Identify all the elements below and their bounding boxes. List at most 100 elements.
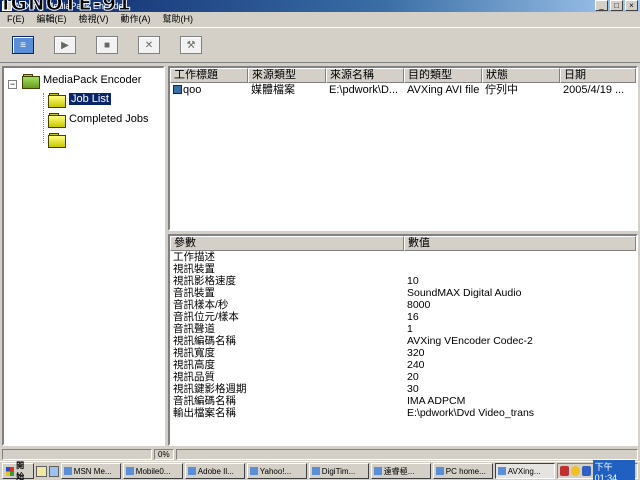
parameter-value: 20: [407, 371, 419, 383]
smiley-icon[interactable]: [570, 466, 580, 476]
browser-quicklaunch-icon[interactable]: [48, 465, 59, 477]
date-cell: 2005/4/19 ...: [563, 84, 625, 96]
taskbar-button[interactable]: DigiTim...: [308, 463, 369, 479]
table-row[interactable]: 音訊位元/樣本 16: [170, 311, 636, 323]
app-icon: [497, 467, 506, 475]
table-row[interactable]: 視訊編碼名稱 AVXing VEncoder Codec-2: [170, 335, 636, 347]
column-header-source-type[interactable]: 來源類型: [248, 68, 326, 83]
status-extra: [176, 449, 638, 460]
start-label: 開始: [16, 461, 25, 480]
parameter-value: 16: [407, 311, 419, 323]
menu-file[interactable]: F(E): [4, 12, 28, 26]
job-title: qoo: [183, 84, 202, 96]
parameter-name: 音訊編碼名稱: [173, 395, 236, 407]
table-row[interactable]: 視訊鍵影格週期 30: [170, 383, 636, 395]
taskbar-button[interactable]: MSN Me...: [60, 463, 121, 479]
parameters-body: 工作描述 視訊裝置 視訊影格速度 10 音訊裝置 SoundMAX Digital Aud…: [170, 251, 636, 419]
taskbar-button-label: Adobe Il...: [197, 466, 234, 476]
parameter-name: 視訊影格速度: [173, 275, 236, 287]
parameter-name: 視訊品質: [173, 371, 215, 383]
menu-action[interactable]: 動作(A): [118, 12, 154, 26]
play-icon: ▶: [54, 36, 76, 54]
column-header-status[interactable]: 狀態: [482, 68, 560, 83]
menu-bar: F(E) 編輯(E) 檢視(V) 動作(A) 幫助(H): [0, 12, 640, 26]
parameter-value: [404, 251, 636, 263]
taskbar-button[interactable]: Yahoo!...: [246, 463, 307, 479]
folder-icon: [48, 132, 66, 148]
clock[interactable]: 下午 01:34: [592, 459, 636, 480]
app-icon: [373, 467, 382, 475]
parameter-name: 音訊樣本/秒: [173, 299, 229, 311]
taskbar-button-label: 遠睿極...: [383, 466, 415, 476]
table-row[interactable]: 視訊影格速度 10: [170, 275, 636, 287]
network-icon[interactable]: [581, 466, 591, 476]
close-icon: ✕: [138, 36, 160, 54]
taskbar-button-label: PC home...: [445, 466, 486, 476]
table-row[interactable]: 視訊寬度 320: [170, 347, 636, 359]
close-button[interactable]: ×: [625, 0, 638, 11]
table-row[interactable]: 音訊裝置 SoundMAX Digital Audio: [170, 287, 636, 299]
taskbar-button[interactable]: Mobile0...: [122, 463, 183, 479]
parameter-value: 8000: [407, 299, 431, 311]
maximize-button[interactable]: □: [610, 0, 623, 11]
title-bar[interactable]: AVXing MediaPack Encoder IGNOTE-91 _ □ ×: [0, 0, 640, 14]
job-list-button[interactable]: ≡: [8, 32, 38, 58]
tree-view[interactable]: − MediaPack Encoder Job List Completed J…: [2, 66, 165, 446]
app-icon: [435, 467, 444, 475]
table-row[interactable]: 視訊裝置: [170, 263, 636, 275]
taskbar-button[interactable]: 遠睿極...: [370, 463, 431, 479]
start-button[interactable]: 開始: [2, 461, 35, 480]
job-title-cell: qoo: [170, 83, 248, 98]
column-header-source-name[interactable]: 來源名稱: [326, 68, 404, 83]
folder-icon: [22, 73, 40, 89]
status-cell: 佇列中: [485, 84, 518, 96]
system-tray: 下午 01:34: [556, 459, 639, 480]
table-row[interactable]: 音訊樣本/秒 8000: [170, 299, 636, 311]
tree-node-completed-jobs[interactable]: Completed Jobs: [48, 110, 149, 128]
tools-button[interactable]: ⚒: [176, 32, 206, 58]
taskbar-button[interactable]: Adobe Il...: [184, 463, 245, 479]
parameter-name: 視訊裝置: [173, 263, 215, 275]
column-header-value[interactable]: 數值: [404, 236, 636, 251]
column-header-title[interactable]: 工作標題: [170, 68, 248, 83]
job-list-table[interactable]: 工作標題 來源類型 來源名稱 目的類型 狀態 日期 qoo 媒體檔案 E:\pd…: [168, 66, 638, 231]
taskbar-button-label: AVXing...: [507, 466, 541, 476]
play-button[interactable]: ▶: [50, 32, 80, 58]
table-row[interactable]: qoo 媒體檔案 E:\pdwork\D... AVXing AVI file …: [170, 83, 636, 98]
table-row[interactable]: 工作描述: [170, 251, 636, 263]
parameter-value: 30: [407, 383, 419, 395]
parameters-table[interactable]: 參數 數值 工作描述 視訊裝置 視訊影格速度 10 音訊裝置 SoundMAX Digit…: [168, 234, 638, 446]
menu-view[interactable]: 檢視(V): [76, 12, 112, 26]
column-header-parameter[interactable]: 參數: [170, 236, 404, 251]
parameter-value: [404, 263, 636, 275]
table-row[interactable]: 音訊編碼名稱 IMA ADPCM: [170, 395, 636, 407]
table-row[interactable]: 視訊品質 20: [170, 371, 636, 383]
tree-node-root[interactable]: MediaPack Encoder: [22, 71, 141, 89]
minimize-button[interactable]: _: [595, 0, 608, 11]
wrench-icon: ⚒: [180, 36, 202, 54]
menu-edit[interactable]: 編輯(E): [34, 12, 70, 26]
taskbar-button[interactable]: PC home...: [432, 463, 493, 479]
parameter-name: 輸出檔案名稱: [173, 407, 236, 419]
tree-node-unnamed[interactable]: [48, 130, 69, 148]
table-row[interactable]: 音訊聲道 1: [170, 323, 636, 335]
delete-button[interactable]: ✕: [134, 32, 164, 58]
folder-quicklaunch-icon[interactable]: [36, 465, 47, 477]
table-row[interactable]: 輸出檔案名稱 E:\pdwork\Dvd Video_trans: [170, 407, 636, 419]
menu-help[interactable]: 幫助(H): [160, 12, 197, 26]
tree-node-job-list[interactable]: Job List: [48, 90, 111, 108]
tray-app-icon[interactable]: [559, 466, 569, 476]
column-header-target-type[interactable]: 目的類型: [404, 68, 482, 83]
column-header-date[interactable]: 日期: [560, 68, 636, 83]
taskbar-button[interactable]: AVXing...: [494, 463, 555, 479]
taskbar: 開始 MSN Me... Mobile0... Adobe Il... Yahoo!.…: [0, 459, 640, 480]
taskbar-button-label: Mobile0...: [135, 466, 171, 476]
parameters-header: 參數 數值: [170, 236, 636, 251]
table-row[interactable]: 視訊高度 240: [170, 359, 636, 371]
tree-collapse-toggle[interactable]: −: [8, 80, 17, 89]
parameter-value: IMA ADPCM: [407, 395, 466, 407]
stop-button[interactable]: ■: [92, 32, 122, 58]
parameter-value: 320: [407, 347, 425, 359]
task-button-group: MSN Me... Mobile0... Adobe Il... Yahoo!... D…: [60, 463, 555, 479]
job-icon: [173, 85, 182, 94]
